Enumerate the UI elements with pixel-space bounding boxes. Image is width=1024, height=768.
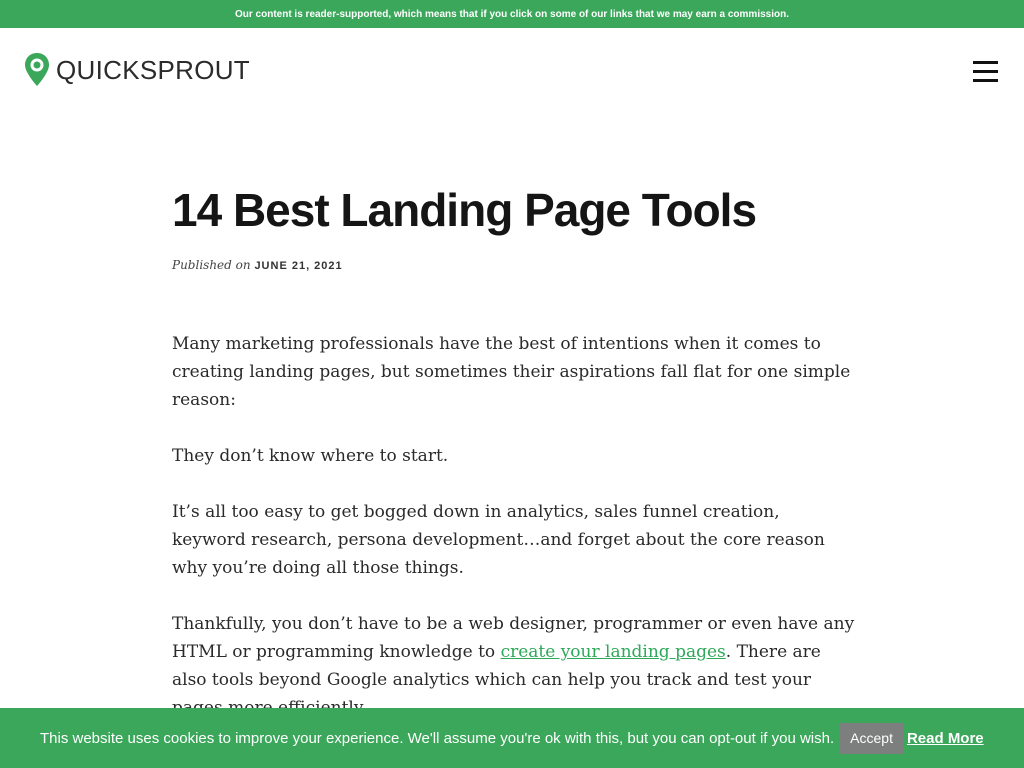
disclosure-strip: Our content is reader-supported, which m…: [0, 0, 1024, 28]
logo-wordmark: QUICKSPROUT: [56, 54, 250, 85]
published-label: Published on: [172, 258, 251, 272]
article-paragraph: They don’t know where to start.: [172, 446, 449, 466]
cookie-banner: This website uses cookies to improve you…: [0, 708, 1024, 768]
article: 14 Best Landing Page Tools Published on …: [172, 180, 856, 750]
published-date: JUNE 21, 2021: [254, 260, 343, 272]
create-landing-pages-link[interactable]: create your landing pages: [501, 642, 726, 662]
site-header: QUICKSPROUT: [0, 28, 1024, 112]
cookie-message: This website uses cookies to improve you…: [40, 729, 835, 747]
article-paragraph: Many marketing professionals have the be…: [172, 334, 851, 410]
published-line: Published on JUNE 21, 2021: [172, 257, 856, 274]
article-paragraph: It’s all too easy to get bogged down in …: [172, 502, 825, 578]
disclosure-text: Our content is reader-supported, which m…: [234, 8, 789, 20]
article-body: Many marketing professionals have the be…: [172, 330, 856, 722]
quicksprout-pin-icon: [25, 53, 49, 86]
hamburger-menu-icon[interactable]: [973, 59, 998, 83]
read-more-link[interactable]: Read More: [907, 730, 984, 747]
site-logo-link[interactable]: QUICKSPROUT: [24, 52, 250, 88]
accept-cookies-button[interactable]: Accept: [840, 722, 903, 754]
article-paragraph: Thankfully, you don’t have to be a web d…: [172, 610, 856, 722]
page-title: 14 Best Landing Page Tools: [172, 184, 757, 236]
